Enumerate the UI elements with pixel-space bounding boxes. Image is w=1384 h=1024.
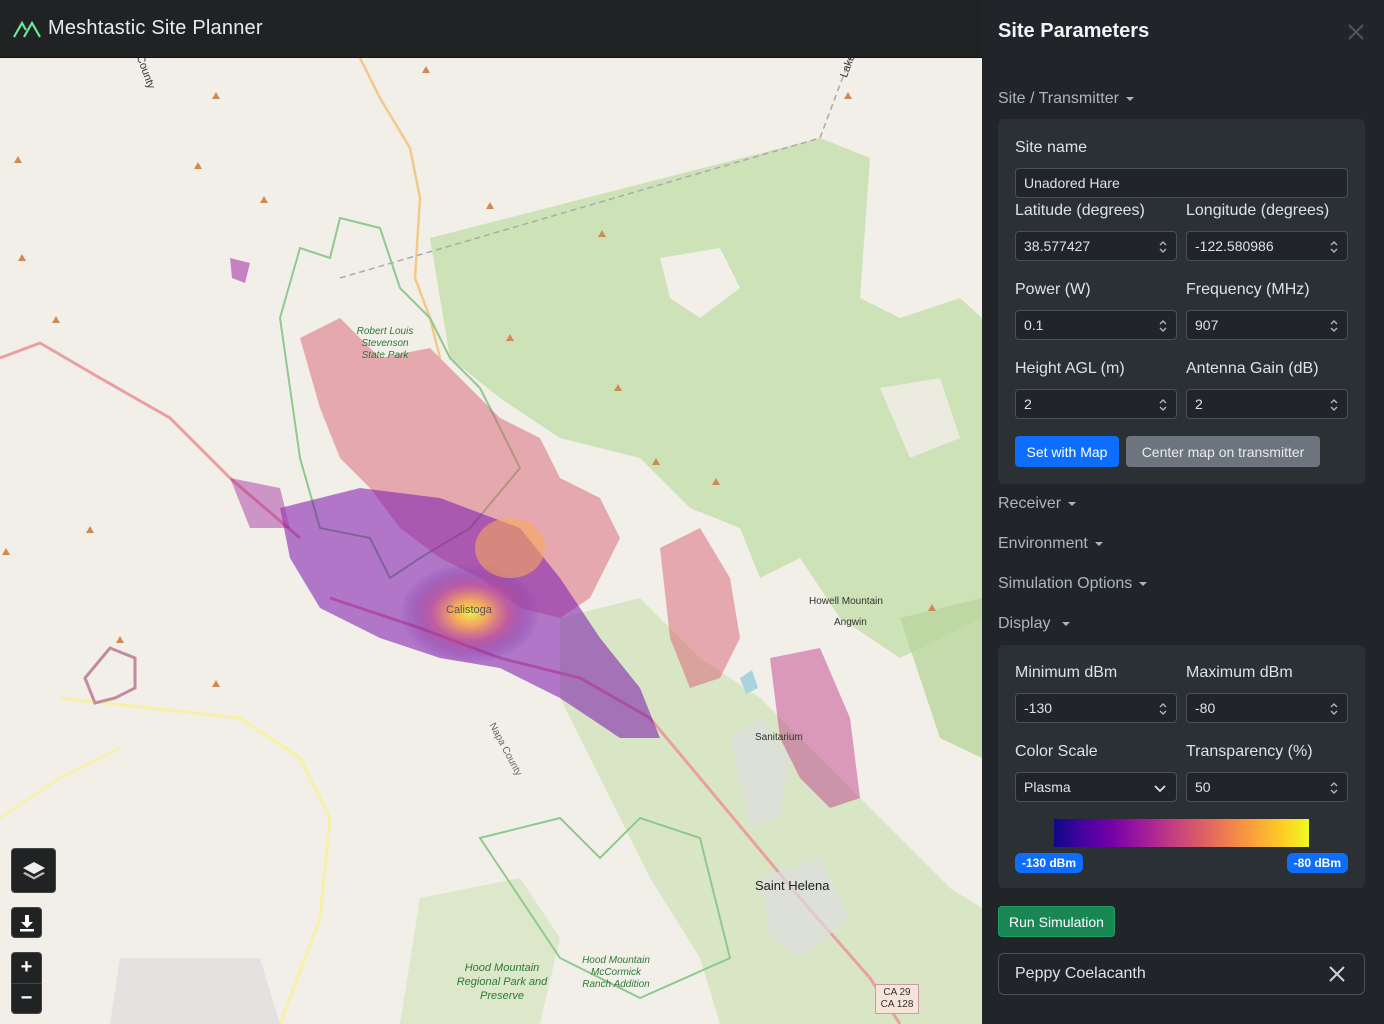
section-toggle-site[interactable]: Site / Transmitter <box>998 90 1134 108</box>
latitude-input[interactable]: 38.577427 <box>1015 231 1177 261</box>
color-scale-gradient <box>1054 819 1309 847</box>
download-button[interactable] <box>11 907 42 938</box>
map-canvas[interactable]: County Lake Robert Louis Stevenson State… <box>0 58 982 1024</box>
spinner-icon[interactable] <box>1329 239 1339 255</box>
sidebar-title: Site Parameters <box>998 20 1150 42</box>
map-tiles <box>0 58 982 1024</box>
run-simulation-button[interactable]: Run Simulation <box>998 906 1115 937</box>
map-label-saint-helena: Saint Helena <box>755 878 830 893</box>
site-name-label: Site name <box>1015 139 1088 156</box>
transmitter-panel: Site name Unadored Hare Latitude (degree… <box>998 119 1365 484</box>
section-toggle-environment[interactable]: Environment <box>998 535 1103 553</box>
spinner-icon[interactable] <box>1158 701 1168 717</box>
site-parameters-panel: Site Parameters Site / Transmitter Site … <box>982 0 1384 1024</box>
longitude-label: Longitude (degrees) <box>1186 202 1330 219</box>
max-dbm-label: Maximum dBm <box>1186 664 1293 681</box>
meshtastic-logo-icon <box>13 20 41 38</box>
power-label: Power (W) <box>1015 281 1091 298</box>
map-label-hood-mountain-ranch: Hood Mountain McCormick Ranch Addition <box>582 955 650 990</box>
max-dbm-input[interactable]: -80 <box>1186 693 1348 723</box>
color-scale-label: Color Scale <box>1015 743 1098 760</box>
caret-down-icon <box>1139 582 1148 586</box>
height-label: Height AGL (m) <box>1015 360 1125 377</box>
set-with-map-button[interactable]: Set with Map <box>1015 436 1119 467</box>
caret-down-icon <box>1062 622 1071 626</box>
zoom-in-button[interactable]: + <box>12 953 41 983</box>
transparency-input[interactable]: 50 <box>1186 772 1348 802</box>
zoom-out-button[interactable]: − <box>12 982 41 1013</box>
chevron-down-icon <box>1154 785 1166 793</box>
min-dbm-label: Minimum dBm <box>1015 664 1118 681</box>
caret-down-icon <box>1125 97 1134 101</box>
map-label-hood-mountain-park: Hood Mountain Regional Park and Preserve <box>456 962 548 1002</box>
max-dbm-badge: -80 dBm <box>1286 853 1348 873</box>
map-label-rls-park: Robert Louis Stevenson State Park <box>356 326 414 361</box>
close-icon[interactable] <box>1328 965 1346 983</box>
spinner-icon[interactable] <box>1158 239 1168 255</box>
spinner-icon[interactable] <box>1329 780 1339 796</box>
min-dbm-badge: -130 dBm <box>1015 853 1084 873</box>
spinner-icon[interactable] <box>1329 701 1339 717</box>
section-toggle-receiver[interactable]: Receiver <box>998 495 1077 513</box>
frequency-input[interactable]: 907 <box>1186 310 1348 340</box>
transparency-label: Transparency (%) <box>1186 743 1313 760</box>
antenna-gain-input[interactable]: 2 <box>1186 389 1348 419</box>
caret-down-icon <box>1094 542 1103 546</box>
map-label-sanitarium: Sanitarium <box>755 732 803 743</box>
antenna-gain-label: Antenna Gain (dB) <box>1186 360 1319 377</box>
close-icon[interactable] <box>1344 20 1368 44</box>
map-label-calistoga: Calistoga <box>446 604 492 616</box>
min-dbm-input[interactable]: -130 <box>1015 693 1177 723</box>
spinner-icon[interactable] <box>1158 318 1168 334</box>
site-list-item-name: Peppy Coelacanth <box>1015 965 1146 982</box>
zoom-control: + − <box>11 952 42 1014</box>
spinner-icon[interactable] <box>1329 318 1339 334</box>
map-label-howell-mountain: Howell Mountain <box>809 596 883 607</box>
map-label-angwin: Angwin <box>834 617 867 628</box>
layers-icon <box>22 861 45 879</box>
color-scale-select[interactable]: Plasma <box>1015 772 1177 802</box>
display-panel: Minimum dBm Maximum dBm -130 -80 Color S… <box>998 645 1365 888</box>
site-name-input[interactable]: Unadored Hare <box>1015 168 1348 198</box>
download-icon <box>19 914 34 931</box>
layers-button[interactable] <box>11 848 56 893</box>
app-header: Meshtastic Site Planner <box>0 0 982 58</box>
spinner-icon[interactable] <box>1158 397 1168 413</box>
center-map-button[interactable]: Center map on transmitter <box>1126 436 1320 467</box>
frequency-label: Frequency (MHz) <box>1186 281 1310 298</box>
section-toggle-display[interactable]: Display <box>998 615 1071 633</box>
section-toggle-simulation[interactable]: Simulation Options <box>998 575 1148 593</box>
site-list-item[interactable]: Peppy Coelacanth <box>998 953 1365 995</box>
longitude-input[interactable]: -122.580986 <box>1186 231 1348 261</box>
height-input[interactable]: 2 <box>1015 389 1177 419</box>
app-title: Meshtastic Site Planner <box>48 17 263 39</box>
caret-down-icon <box>1068 502 1077 506</box>
highway-shield: CA 29 CA 128 <box>875 984 919 1014</box>
power-input[interactable]: 0.1 <box>1015 310 1177 340</box>
latitude-label: Latitude (degrees) <box>1015 202 1145 219</box>
spinner-icon[interactable] <box>1329 397 1339 413</box>
